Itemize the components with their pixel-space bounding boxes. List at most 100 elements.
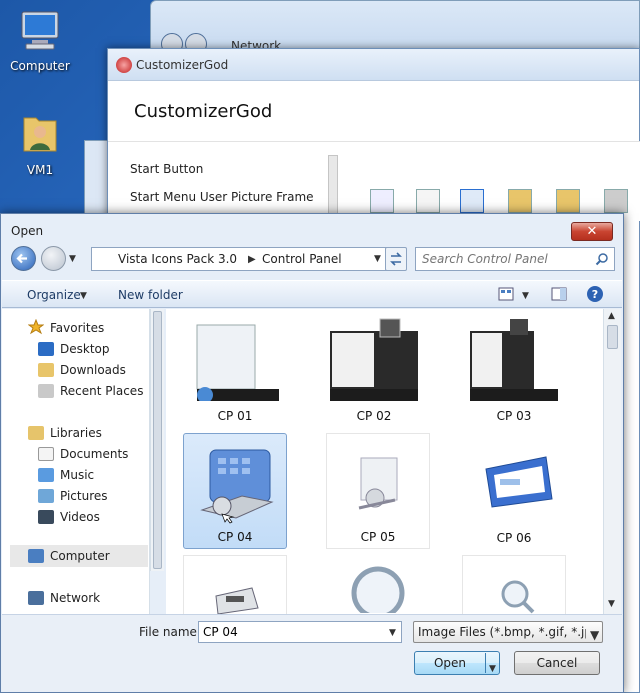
search-input[interactable] [422, 252, 592, 266]
close-button[interactable]: ✕ [571, 222, 613, 241]
help-icon[interactable]: ? [586, 285, 604, 303]
file-name-label: CP 05 [360, 530, 396, 544]
search-icon [501, 580, 535, 614]
sidebar-item-network[interactable]: Network [50, 591, 100, 605]
chevron-right-icon[interactable]: ▶ [248, 254, 256, 265]
file-name-label: CP 03 [496, 409, 532, 423]
refresh-icon [390, 252, 402, 266]
sidebar-item-libraries[interactable]: Libraries [50, 426, 102, 440]
resource-thumbnail[interactable] [556, 189, 580, 213]
new-folder-button[interactable]: New folder [118, 288, 183, 302]
customizer-logo-icon [116, 57, 132, 73]
file-list: CP 01 CP 02 CP 03 CP 04 CP 05 CP 06 [166, 309, 603, 615]
sidebar-item-videos[interactable]: Videos [60, 510, 100, 524]
cancel-button[interactable]: Cancel [514, 651, 600, 675]
forward-button[interactable] [41, 246, 66, 271]
sidebar-item-pictures[interactable]: Pictures [60, 489, 108, 503]
view-options-icon[interactable] [498, 287, 514, 301]
list-item[interactable]: Start Menu User Picture Frame [130, 190, 314, 204]
title-bar[interactable]: CustomizerGod [108, 49, 639, 81]
list-scrollbar[interactable] [328, 155, 338, 215]
control-panel-icon [200, 449, 274, 524]
sidebar-item-documents[interactable]: Documents [60, 447, 128, 461]
breadcrumb-segment[interactable]: Vista Icons Pack 3.0 [118, 252, 237, 266]
file-tile[interactable]: CP 01 [183, 311, 287, 427]
documents-icon [38, 447, 54, 461]
desktop-icon-vm1[interactable]: VM1 [0, 112, 80, 177]
resource-thumbnail[interactable] [370, 189, 394, 213]
resource-thumbnail[interactable] [460, 189, 484, 213]
open-button-label: Open [433, 656, 467, 670]
file-tile[interactable]: CP 02 [322, 311, 426, 427]
file-tile[interactable] [183, 555, 287, 615]
split-divider [485, 653, 486, 673]
open-file-dialog[interactable]: Open ✕ ▼ Vista Icons Pack 3.0 ▶ Control … [0, 213, 624, 693]
navigation-bar: ▼ Vista Icons Pack 3.0 ▶ Control Panel ▼ [9, 246, 615, 274]
window-title: CustomizerGod [136, 58, 229, 72]
search-box[interactable] [415, 247, 615, 271]
user-folder-icon [0, 112, 80, 159]
desktop-icon-label: VM1 [26, 163, 54, 177]
chevron-down-icon[interactable]: ▼ [374, 254, 381, 264]
start-menu-thumbnail-icon [330, 318, 418, 401]
computer-icon [28, 549, 44, 563]
navigation-scrollbar[interactable] [150, 309, 164, 571]
file-tile-selected[interactable]: CP 04 [183, 433, 287, 549]
scrollbar-thumb[interactable] [153, 311, 162, 569]
chevron-down-icon[interactable]: ▼ [69, 254, 76, 264]
pictures-icon [38, 489, 54, 503]
sidebar-item-desktop[interactable]: Desktop [60, 342, 110, 356]
chevron-down-icon[interactable]: ▼ [608, 599, 615, 609]
computer-icon [0, 10, 80, 55]
chevron-down-icon[interactable]: ▼ [489, 658, 496, 680]
videos-icon [38, 510, 54, 524]
file-type-value: Image Files (*.bmp, *.gif, *.jpg, [418, 625, 586, 639]
sidebar-item-downloads[interactable]: Downloads [60, 363, 126, 377]
control-panel-icon [358, 457, 398, 510]
file-name-field[interactable]: ▼ [198, 621, 402, 643]
file-tile[interactable]: CP 03 [462, 311, 566, 427]
open-button[interactable]: Open ▼ [414, 651, 500, 675]
file-list-scrollbar[interactable]: ▲ ▼ [603, 309, 621, 614]
chevron-down-icon[interactable]: ▼ [389, 628, 396, 638]
start-menu-thumbnail-icon [470, 319, 558, 401]
file-name-input[interactable] [203, 625, 383, 639]
chevron-down-icon: ▼ [80, 291, 87, 301]
file-tile[interactable]: CP 05 [326, 433, 430, 549]
resource-thumbnail[interactable] [416, 189, 440, 213]
desktop-icon [38, 342, 54, 356]
downloads-icon [38, 363, 54, 377]
sidebar-item-favorites[interactable]: Favorites [50, 321, 104, 335]
resource-thumbnail[interactable] [604, 189, 628, 213]
preview-pane-icon[interactable] [551, 287, 567, 301]
file-tile[interactable]: CP 06 [462, 433, 566, 549]
file-name-label: CP 01 [217, 409, 253, 423]
sidebar-item-computer[interactable]: Computer [50, 549, 110, 563]
navigation-pane: Favorites Desktop Downloads Recent Place… [2, 309, 150, 614]
address-bar[interactable]: Vista Icons Pack 3.0 ▶ Control Panel ▼ [91, 247, 393, 271]
list-item[interactable]: Start Button [130, 162, 203, 176]
sidebar-item-music[interactable]: Music [60, 468, 94, 482]
chevron-down-icon[interactable]: ▼ [522, 291, 529, 301]
desktop-icon-computer[interactable]: Computer [0, 10, 80, 73]
back-button[interactable] [11, 246, 36, 271]
dialog-footer: File name: ▼ Image Files (*.bmp, *.gif, … [2, 614, 622, 692]
breadcrumb-segment[interactable]: Control Panel [262, 252, 342, 266]
file-tile[interactable] [462, 555, 566, 615]
organize-button[interactable]: Organize [27, 288, 81, 302]
file-tile[interactable] [326, 555, 430, 615]
libraries-icon [28, 426, 44, 440]
file-type-select[interactable]: Image Files (*.bmp, *.gif, *.jpg, ▼ [413, 621, 603, 643]
chevron-up-icon[interactable]: ▲ [608, 311, 615, 321]
desktop-icon-label: Computer [10, 59, 70, 73]
scrollbar-thumb[interactable] [607, 325, 618, 349]
file-name-label: CP 04 [217, 530, 253, 544]
search-icon[interactable] [595, 252, 609, 266]
sidebar-item-recent-places[interactable]: Recent Places [60, 384, 143, 398]
music-icon [38, 468, 54, 482]
command-toolbar: Organize ▼ New folder ▼ ? [2, 280, 622, 308]
resource-thumbnail[interactable] [508, 189, 532, 213]
app-heading: CustomizerGod [134, 101, 273, 122]
dialog-title: Open [11, 224, 44, 238]
refresh-button[interactable] [385, 247, 407, 271]
